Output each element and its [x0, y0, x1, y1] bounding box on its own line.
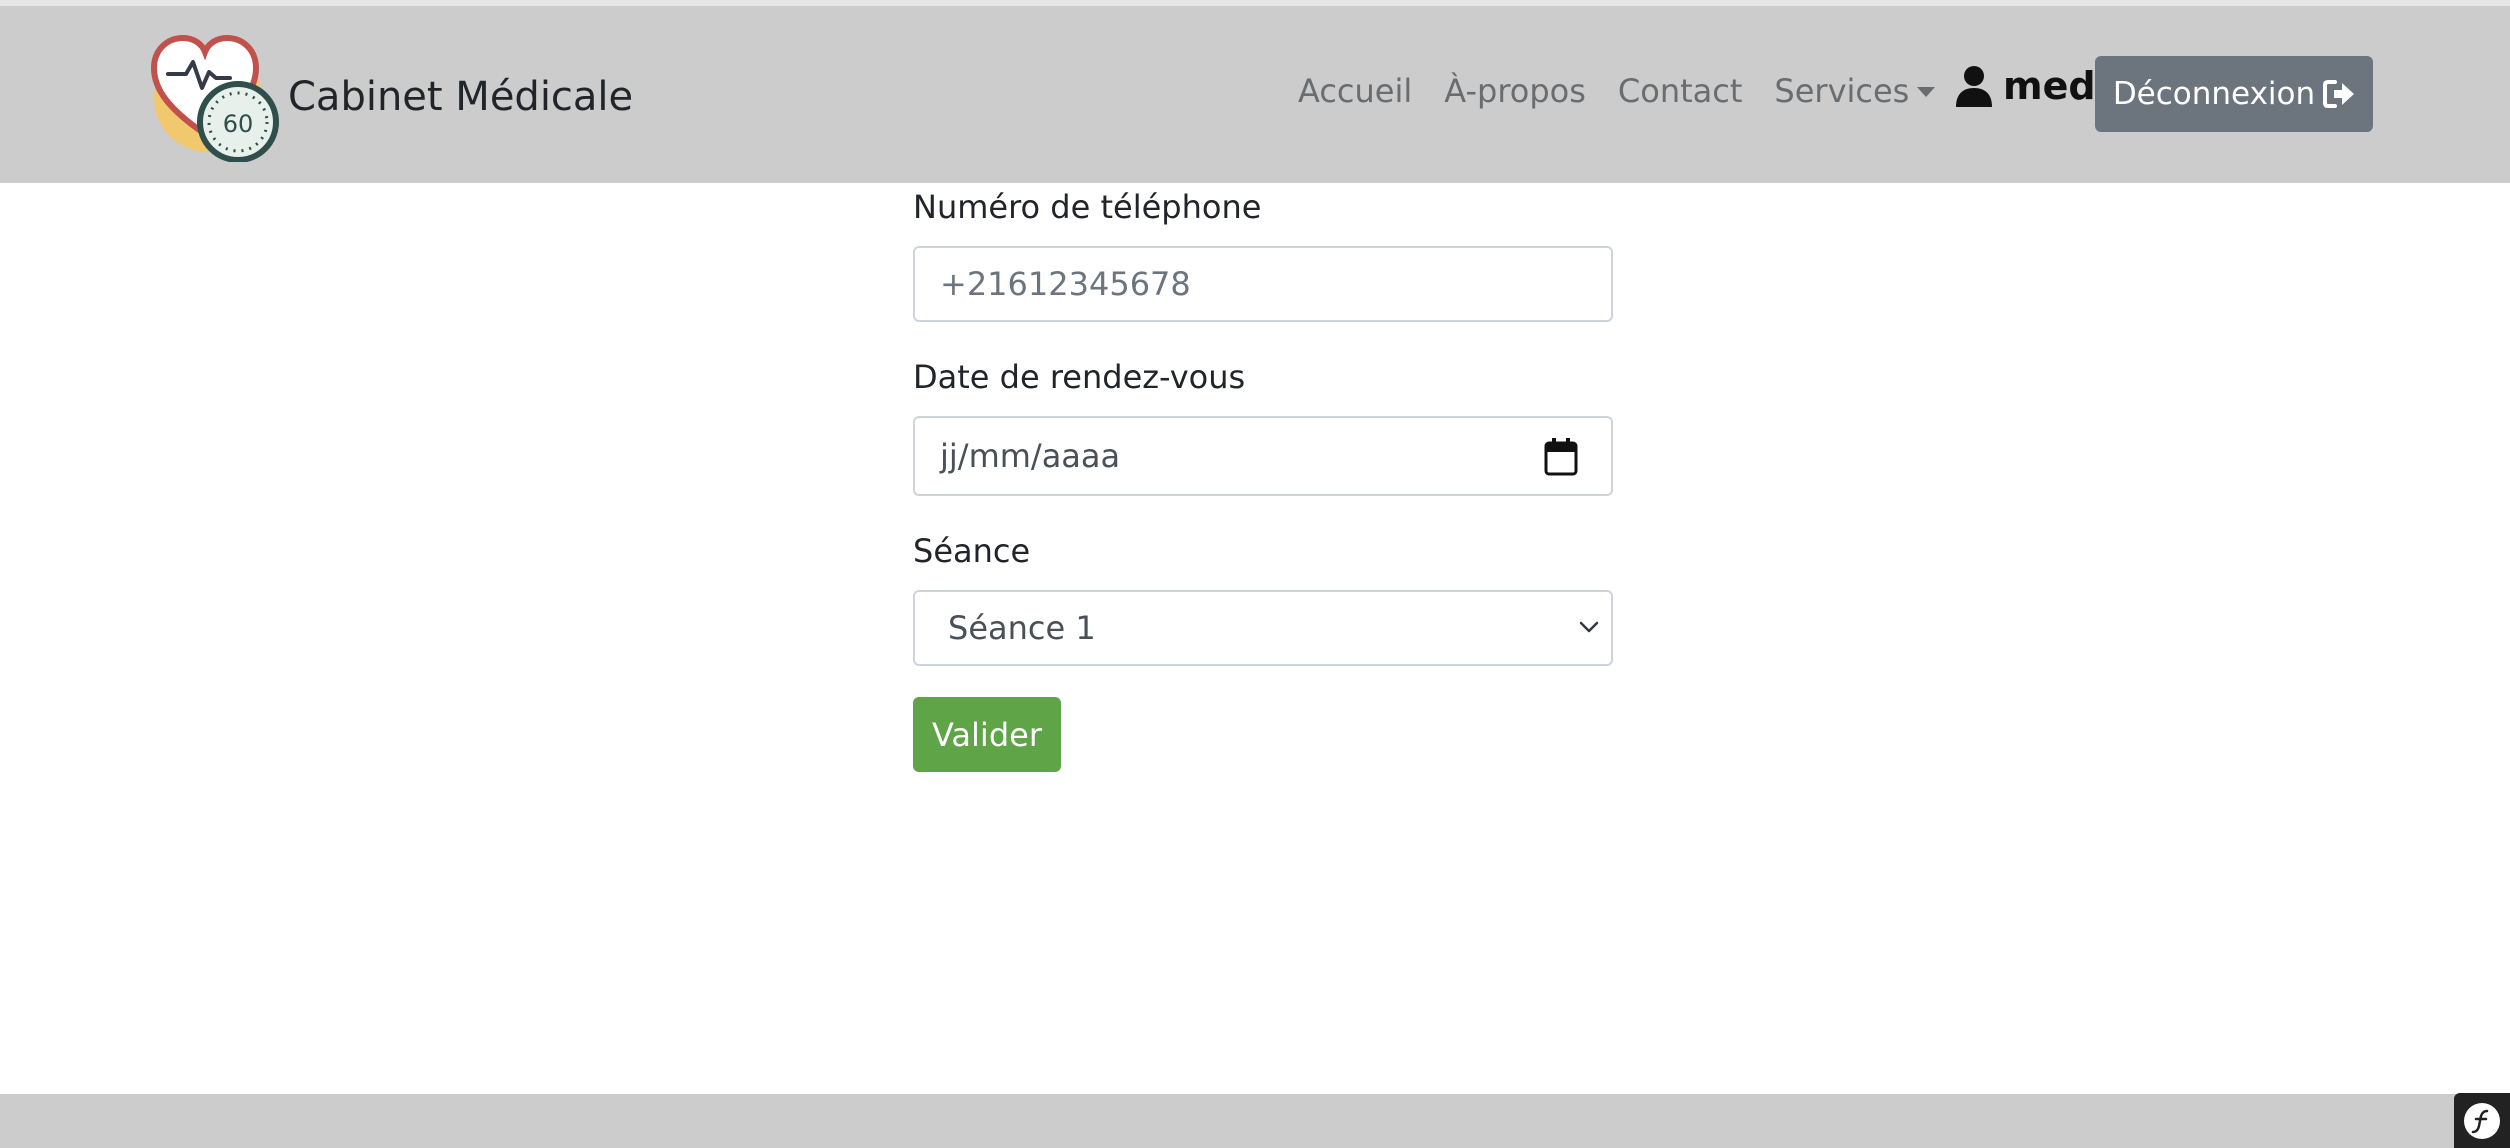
sign-out-icon	[2323, 80, 2355, 108]
date-label: Date de rendez-vous	[913, 358, 1246, 396]
date-placeholder: jj/mm/aaaa	[940, 437, 1121, 475]
submit-button[interactable]: Valider	[913, 697, 1061, 772]
nav-dropdown-services[interactable]: Services	[1774, 72, 1936, 110]
footer	[0, 1094, 2510, 1148]
logout-button[interactable]: Déconnexion	[2095, 56, 2373, 132]
logout-label: Déconnexion	[2112, 76, 2316, 112]
session-label: Séance	[913, 532, 1031, 570]
symfony-icon	[2464, 1102, 2500, 1139]
nav-link-services-label: Services	[1774, 72, 1910, 110]
brand[interactable]: 60 Cabinet Médicale	[150, 32, 633, 162]
nav-link-contact[interactable]: Contact	[1618, 72, 1743, 110]
brand-name: Cabinet Médicale	[288, 74, 634, 120]
user-icon	[1956, 66, 1992, 107]
session-select[interactable]: Séance 1	[913, 590, 1613, 666]
nav-links: Accueil À-propos Contact Services	[1298, 72, 1967, 110]
nav-link-a-propos[interactable]: À-propos	[1444, 72, 1586, 110]
user-menu[interactable]: med	[1955, 64, 2096, 108]
phone-field[interactable]	[913, 246, 1613, 322]
navbar: 60 Cabinet Médicale Accueil À-propos Con…	[0, 6, 2510, 183]
svg-text:60: 60	[223, 110, 254, 138]
date-field[interactable]: jj/mm/aaaa	[913, 416, 1613, 496]
chevron-down-icon	[1579, 621, 1599, 633]
user-name: med	[2003, 64, 2096, 108]
calendar-icon[interactable]	[1544, 438, 1578, 476]
heart-clock-logo-icon: 60	[150, 34, 279, 162]
nav-link-accueil[interactable]: Accueil	[1298, 72, 1412, 110]
session-selected-value: Séance 1	[948, 609, 1096, 647]
phone-label: Numéro de téléphone	[913, 188, 1262, 226]
debug-toolbar-toggle[interactable]	[2454, 1093, 2510, 1148]
phone-input[interactable]	[915, 265, 1611, 303]
caret-down-icon	[1917, 87, 1936, 97]
